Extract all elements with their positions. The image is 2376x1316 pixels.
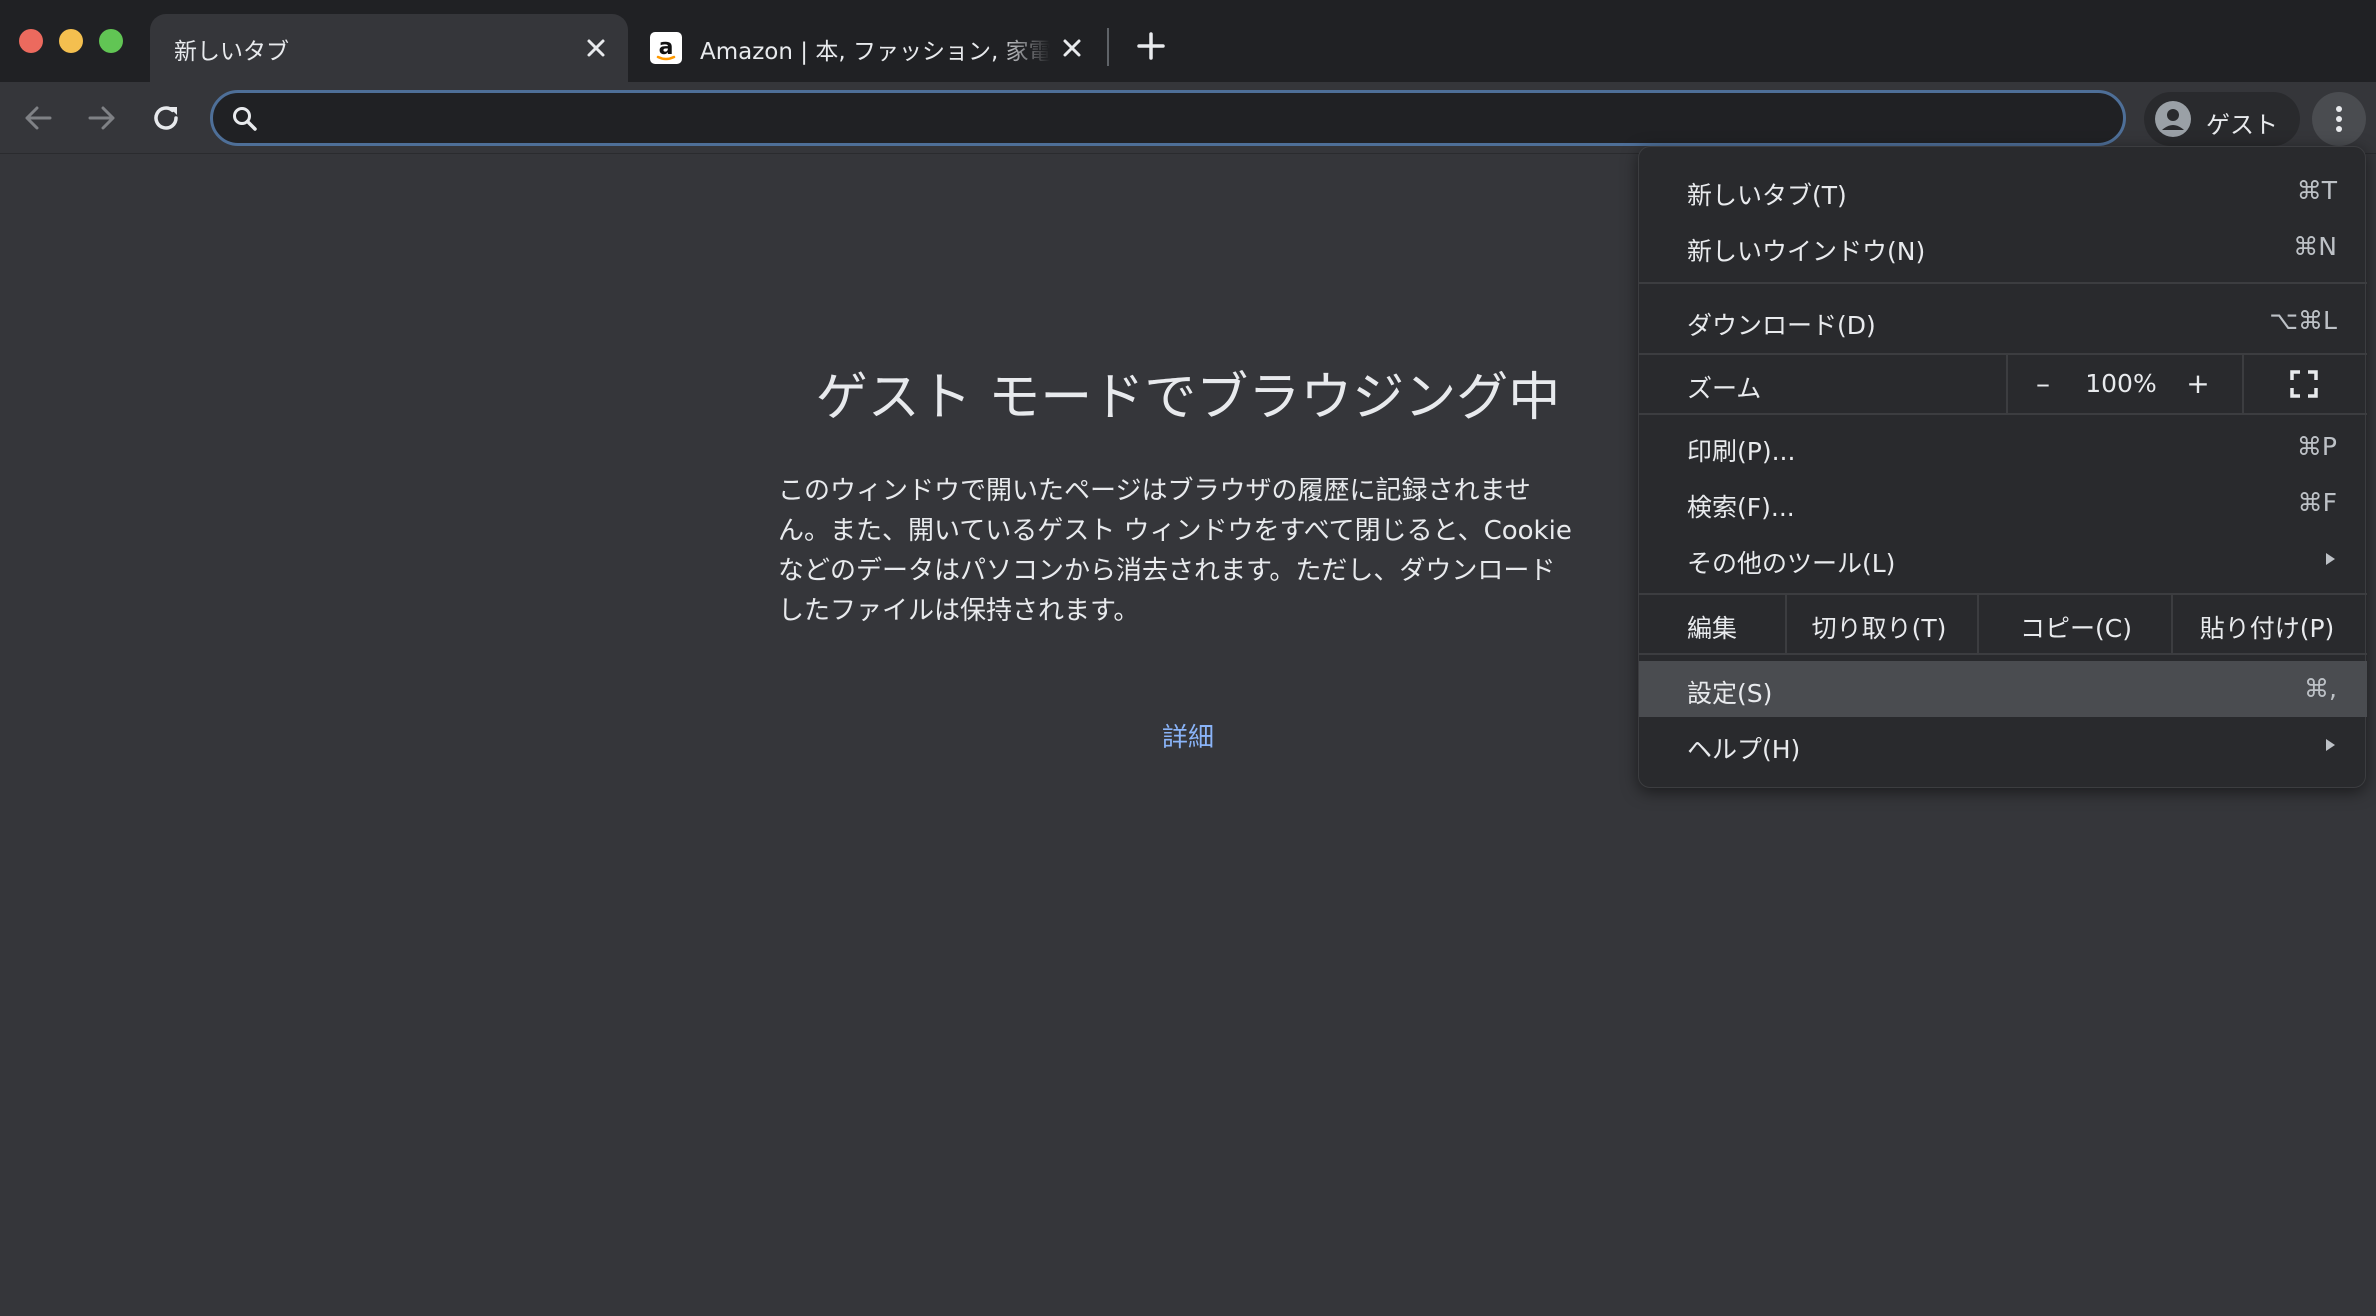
arrow-right-icon	[88, 106, 115, 130]
menu-zoom-row: ズーム – 100% +	[1639, 355, 2367, 413]
back-button[interactable]	[20, 100, 56, 136]
menu-label: ヘルプ(H)	[1687, 735, 1801, 764]
menu-label: 新しいウインドウ(N)	[1687, 237, 1926, 266]
menu-label: 設定(S)	[1687, 679, 1773, 708]
menu-shortcut: ⌘T	[2296, 176, 2337, 205]
browser-window: 新しいタブ a Amazon | 本, ファッション, 家電から食品まで	[0, 0, 2376, 1316]
menu-label: 新しいタブ(T)	[1687, 181, 1847, 210]
avatar-icon	[2154, 100, 2192, 138]
guest-description: このウィンドウで開いたページはブラウザの履歴に記録されません。また、開いているゲ…	[778, 476, 1572, 626]
menu-divider	[1639, 413, 2367, 415]
plus-icon	[1137, 32, 1165, 60]
menu-edit-row: 編集 切り取り(T) コピー(C) 貼り付け(P)	[1639, 595, 2367, 653]
menu-item-downloads[interactable]: ダウンロード(D) ⌥⌘L	[1639, 293, 2367, 349]
menu-item-new-window[interactable]: 新しいウインドウ(N) ⌘N	[1639, 219, 2367, 275]
arrow-left-icon	[25, 106, 52, 130]
zoom-level: 100%	[2085, 369, 2157, 398]
menu-label: 検索(F)...	[1687, 493, 1795, 522]
menu-shortcut: ⌥⌘L	[2269, 306, 2337, 335]
menu-divider	[1639, 653, 2367, 655]
tab-divider	[1107, 28, 1109, 66]
menu-divider	[2171, 595, 2173, 653]
app-menu: 新しいタブ(T) ⌘T 新しいウインドウ(N) ⌘N ダウンロード(D) ⌥⌘L…	[1638, 146, 2367, 788]
menu-divider	[2006, 355, 2008, 413]
svg-text:a: a	[659, 35, 674, 60]
copy-button[interactable]: コピー(C)	[1981, 609, 2171, 645]
menu-item-more-tools[interactable]: その他のツール(L)	[1639, 531, 2367, 587]
forward-button[interactable]	[84, 100, 120, 136]
address-input[interactable]	[275, 99, 2095, 137]
search-icon	[231, 105, 259, 133]
close-icon[interactable]	[1058, 34, 1086, 62]
profile-button[interactable]: ゲスト	[2144, 92, 2300, 146]
chevron-right-icon	[2323, 551, 2337, 567]
address-bar[interactable]	[210, 90, 2126, 146]
menu-shortcut: ⌘,	[2304, 674, 2337, 703]
page-title: ゲスト モードでブラウジング中	[815, 368, 1561, 428]
menu-item-print[interactable]: 印刷(P)... ⌘P	[1639, 419, 2367, 475]
zoom-in-button[interactable]: +	[2181, 367, 2215, 401]
toolbar: ゲスト	[0, 82, 2376, 154]
zoom-label: ズーム	[1687, 374, 1762, 403]
zoom-window-button[interactable]	[99, 29, 123, 53]
fullscreen-icon[interactable]	[2289, 369, 2319, 399]
close-icon[interactable]	[582, 34, 610, 62]
more-vertical-icon	[2336, 106, 2342, 132]
zoom-out-button[interactable]: –	[2026, 367, 2060, 401]
reload-button[interactable]	[148, 100, 184, 136]
edit-label: 編集	[1687, 614, 1738, 643]
app-menu-button[interactable]	[2312, 92, 2366, 146]
menu-label: その他のツール(L)	[1687, 549, 1896, 578]
menu-shortcut: ⌘P	[2296, 432, 2337, 461]
new-tab-button[interactable]	[1133, 28, 1169, 64]
menu-divider	[1977, 595, 1979, 653]
menu-item-new-tab[interactable]: 新しいタブ(T) ⌘T	[1639, 163, 2367, 219]
chevron-right-icon	[2323, 737, 2337, 753]
paste-button[interactable]: 貼り付け(P)	[2175, 609, 2359, 645]
tab-amazon[interactable]: a Amazon | 本, ファッション, 家電から食品まで	[634, 14, 1104, 82]
profile-label: ゲスト	[2206, 111, 2278, 139]
menu-item-help[interactable]: ヘルプ(H)	[1639, 717, 2367, 773]
menu-item-settings[interactable]: 設定(S) ⌘,	[1639, 661, 2367, 717]
tab-title: Amazon | 本, ファッション, 家電から食品まで	[700, 39, 1050, 65]
menu-label: 印刷(P)...	[1687, 437, 1796, 466]
menu-shortcut: ⌘F	[2297, 488, 2337, 517]
tab-title: 新しいタブ	[174, 39, 289, 65]
menu-item-find[interactable]: 検索(F)... ⌘F	[1639, 475, 2367, 531]
close-window-button[interactable]	[19, 29, 43, 53]
menu-shortcut: ⌘N	[2293, 232, 2337, 261]
amazon-icon: a	[650, 32, 682, 64]
learn-more-link[interactable]: 詳細	[1088, 717, 1288, 754]
cut-button[interactable]: 切り取り(T)	[1789, 609, 1969, 645]
tab-strip: 新しいタブ a Amazon | 本, ファッション, 家電から食品まで	[0, 0, 2376, 82]
menu-divider	[1639, 282, 2367, 284]
menu-divider	[1785, 595, 1787, 653]
menu-label: ダウンロード(D)	[1687, 311, 1876, 340]
reload-icon	[154, 106, 178, 130]
menu-divider	[2242, 355, 2244, 413]
tab-new-tab[interactable]: 新しいタブ	[150, 14, 628, 82]
minimize-window-button[interactable]	[59, 29, 83, 53]
